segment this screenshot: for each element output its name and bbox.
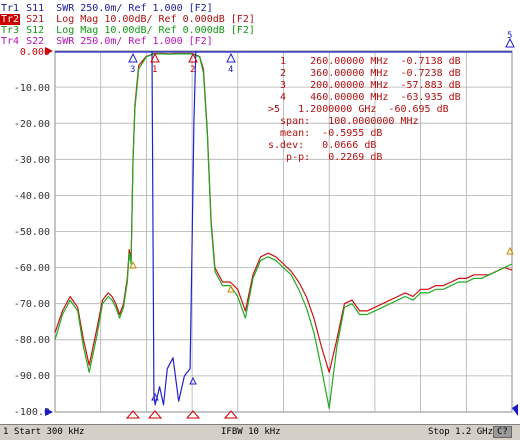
y-tick-10: -100.0: [14, 407, 50, 418]
calibration-status-badge[interactable]: C?: [493, 426, 512, 438]
marker-row-1: 1 260.00000 MHz -0.7138 dB: [262, 56, 461, 67]
y-tick-7: -70.00: [14, 299, 50, 310]
marker-4-top-label: 4: [228, 65, 233, 75]
channel-number[interactable]: 1: [3, 427, 8, 437]
y-tick-3: -30.00: [14, 155, 50, 166]
y-tick-1: -10.00: [14, 83, 50, 94]
start-frequency[interactable]: Start 300 kHz: [14, 427, 84, 437]
stats-span: span: 100.0000000 MHz: [268, 116, 419, 127]
marker-row-2: 2 360.00000 MHz -0.7238 dB: [262, 68, 461, 79]
y-tick-5: -50.00: [14, 227, 50, 238]
y-tick-6: -60.00: [14, 263, 50, 274]
y-tick-9: -90.00: [14, 371, 50, 382]
stats-sdev: s.dev: 0.0666 dB: [268, 140, 376, 151]
status-bar: 1 Start 300 kHz IFBW 10 kHz Stop 1.2 GHz…: [0, 424, 520, 440]
stats-pp: p-p: 0.2269 dB: [268, 152, 382, 163]
y-tick-2: -20.00: [14, 119, 50, 130]
marker-1-top-label: 1: [152, 65, 157, 75]
marker-3-top-label: 3: [130, 65, 135, 75]
marker-row-5: >5 1.2000000 GHz -60.695 dB: [262, 104, 449, 115]
marker-5-top-label: 5: [507, 31, 512, 41]
marker-row-3: 3 200.00000 MHz -57.883 dB: [262, 80, 461, 91]
y-tick-8: -80.00: [14, 335, 50, 346]
y-tick-4: -40.00: [14, 191, 50, 202]
ifbw-setting[interactable]: IFBW 10 kHz: [221, 427, 281, 437]
marker-row-4: 4 460.00000 MHz -63.935 dB: [262, 92, 461, 103]
vna-screen: Tr1 S11 SWR 250.0m/ Ref 1.000 [F2] Tr2 S…: [0, 0, 520, 440]
y-axis-labels: 0.000 -10.00 -20.00 -30.00 -40.00 -50.00…: [14, 47, 50, 418]
stats-mean: mean: -0.5955 dB: [268, 128, 382, 139]
marker-2-top-label: 2: [190, 65, 195, 75]
stop-frequency[interactable]: Stop 1.2 GHz: [428, 427, 493, 437]
right-scale-arrow-icon[interactable]: [512, 404, 518, 416]
measurement-plot[interactable]: 0.000 -10.00 -20.00 -30.00 -40.00 -50.00…: [0, 0, 520, 424]
